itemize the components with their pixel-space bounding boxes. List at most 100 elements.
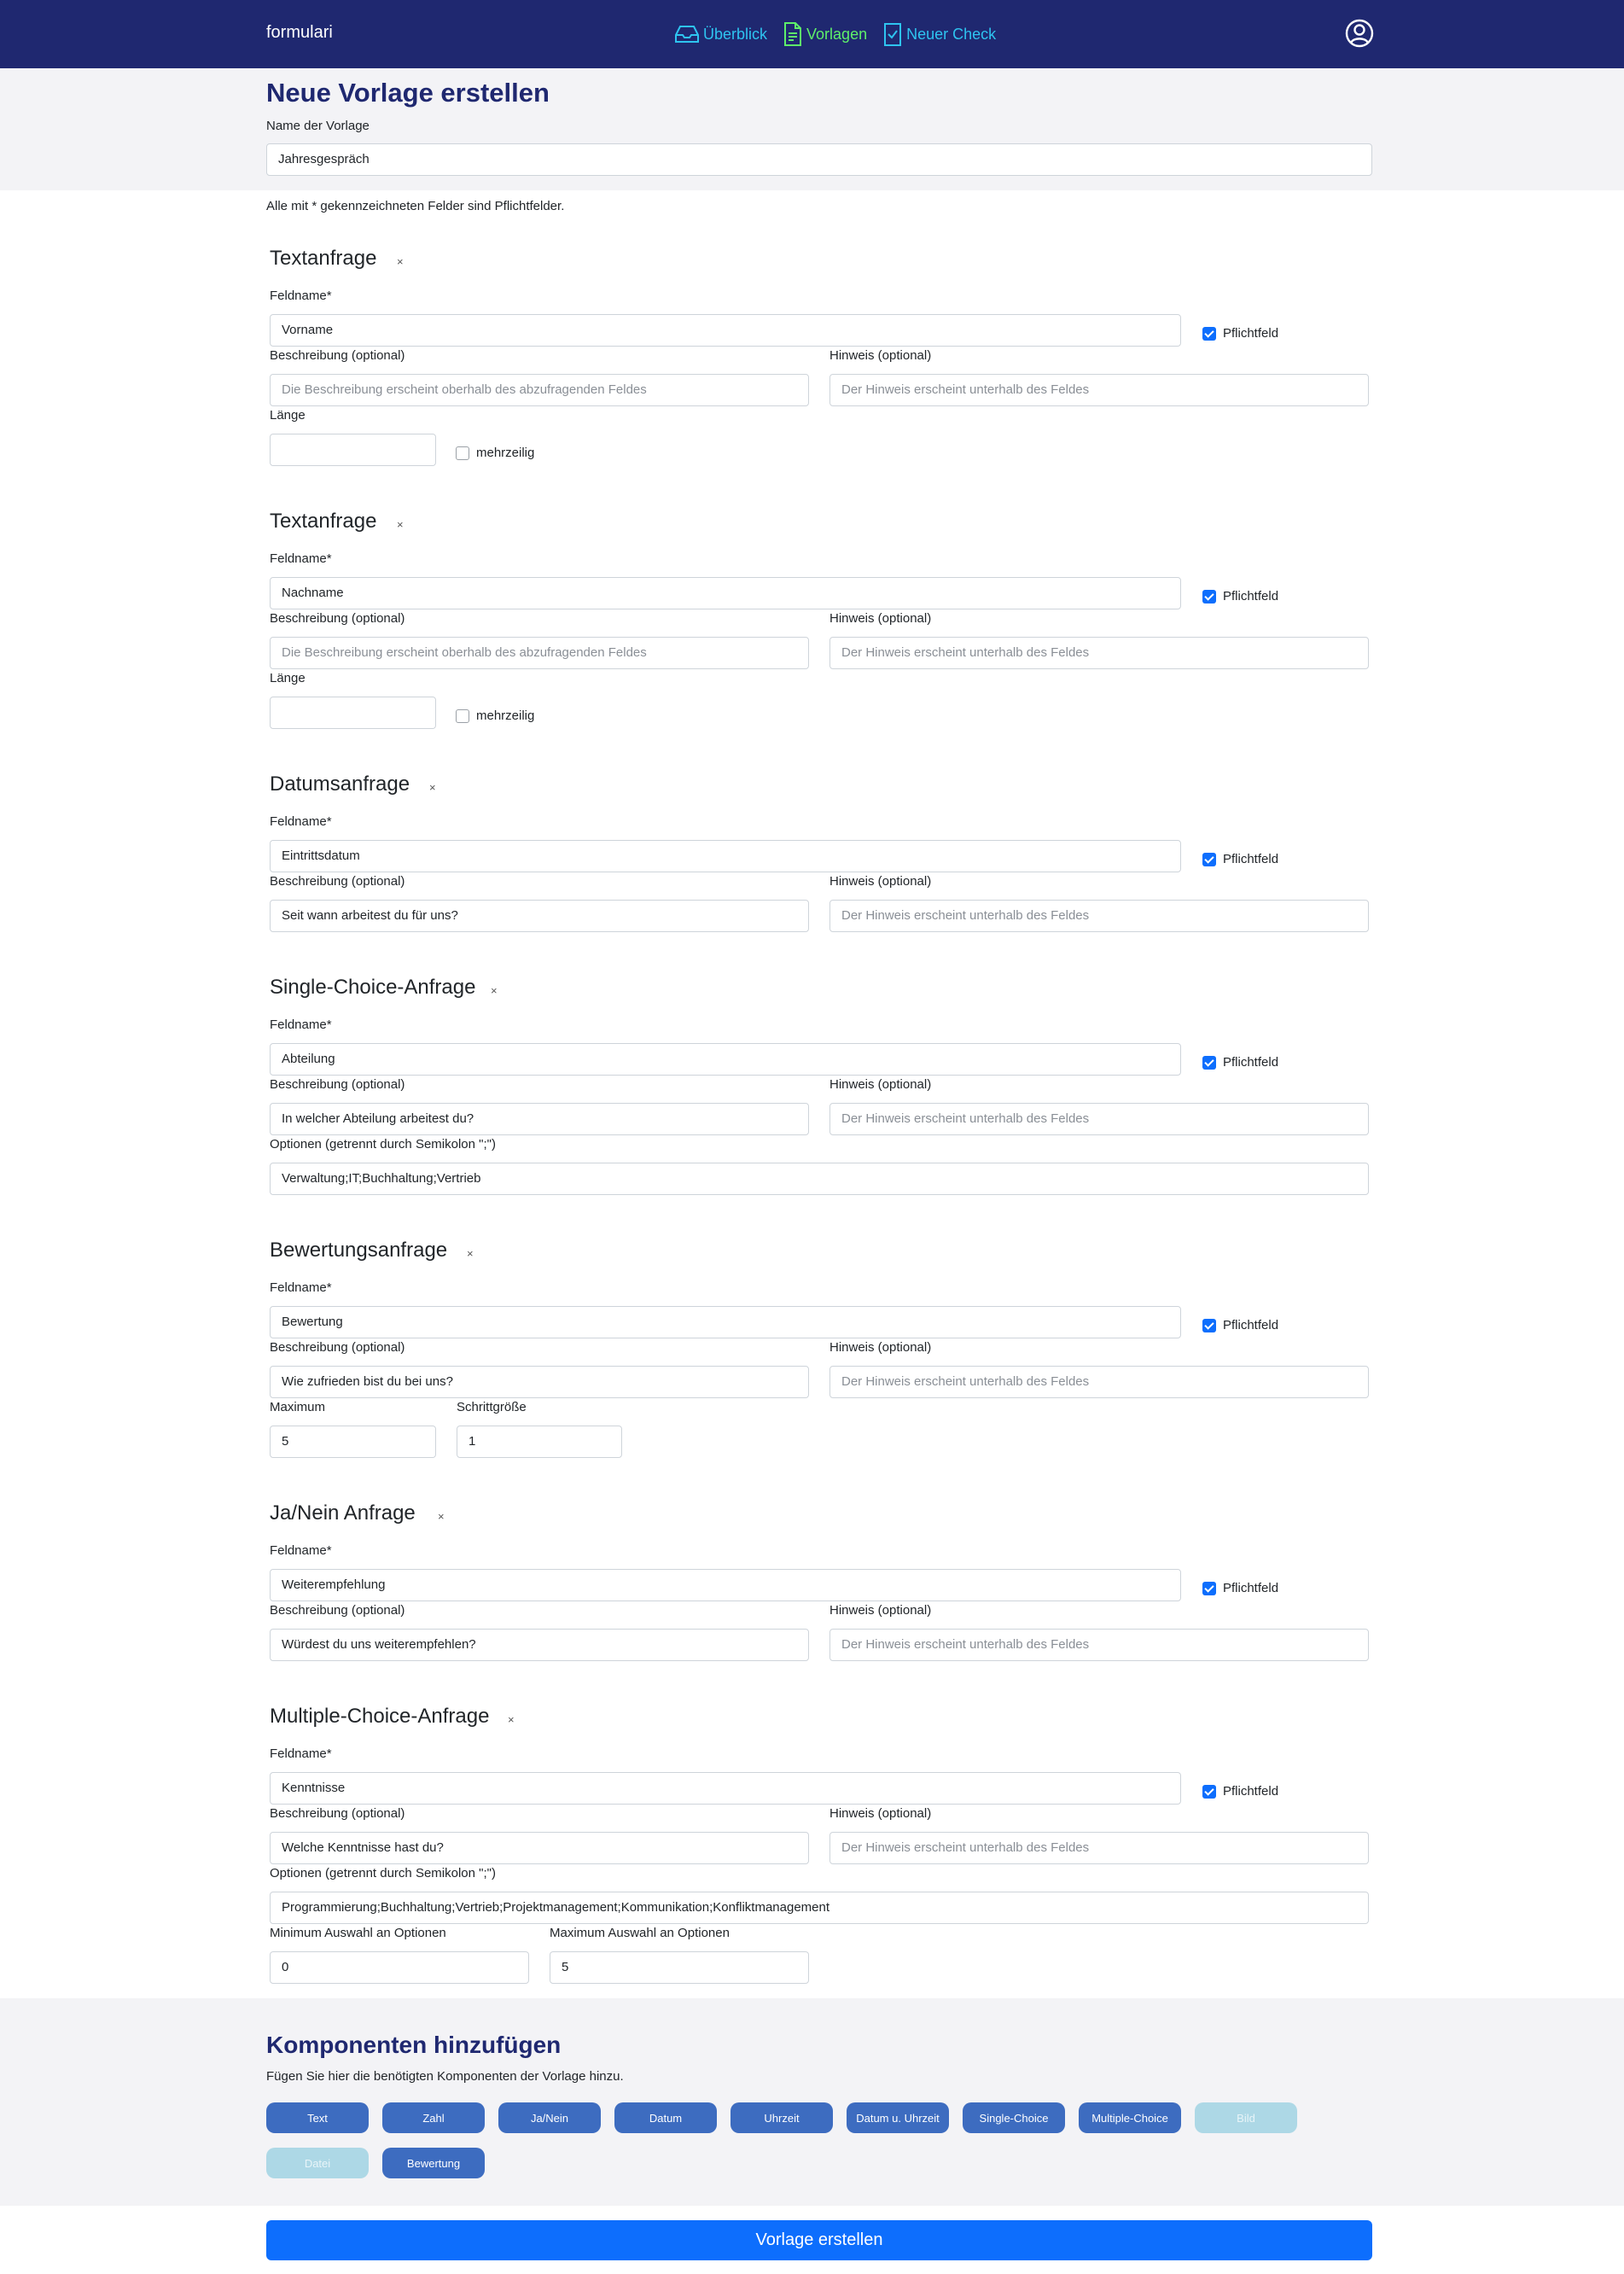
feldname-input[interactable]: Eintrittsdatum (270, 840, 1181, 872)
nav-link-label: Neuer Check (906, 25, 997, 43)
add-text-button[interactable]: Text (266, 2102, 369, 2133)
hinweis-label: Hinweis (optional) (829, 611, 932, 626)
hinweis-label: Hinweis (optional) (829, 348, 932, 363)
laenge-input[interactable] (270, 434, 436, 466)
mehrzeilig-checkbox[interactable] (456, 446, 469, 460)
hinweis-input[interactable]: Der Hinweis erscheint unterhalb des Feld… (829, 374, 1369, 406)
beschreibung-label: Beschreibung (optional) (270, 1077, 405, 1092)
pflichtfeld-checkbox[interactable] (1202, 590, 1216, 603)
feldname-label: Feldname* (270, 551, 332, 566)
feldname-input[interactable]: Nachname (270, 577, 1181, 609)
components-title: Komponenten hinzufügen (266, 2032, 562, 2058)
pflichtfeld-label: Pflichtfeld (1223, 1784, 1279, 1799)
beschreibung-label: Beschreibung (optional) (270, 1806, 405, 1821)
beschreibung-input[interactable]: Seit wann arbeitest du für uns? (270, 900, 809, 932)
remove-section-icon[interactable]: × (438, 1510, 445, 1523)
pflichtfeld-label: Pflichtfeld (1223, 589, 1279, 603)
clipboard-check-icon (884, 23, 902, 46)
hinweis-input[interactable]: Der Hinweis erscheint unterhalb des Feld… (829, 1103, 1369, 1135)
feldname-label: Feldname* (270, 1017, 332, 1032)
beschreibung-input[interactable]: In welcher Abteilung arbeitest du? (270, 1103, 809, 1135)
template-name-label: Name der Vorlage (266, 119, 370, 133)
add-datum-button[interactable]: Datum (614, 2102, 717, 2133)
hinweis-input[interactable]: Der Hinweis erscheint unterhalb des Feld… (829, 900, 1369, 932)
beschreibung-input[interactable]: Die Beschreibung erscheint oberhalb des … (270, 374, 809, 406)
pflichtfeld-checkbox[interactable] (1202, 1319, 1216, 1332)
min-auswahl-input[interactable]: 0 (270, 1951, 529, 1984)
remove-section-icon[interactable]: × (508, 1713, 515, 1726)
pflichtfeld-checkbox[interactable] (1202, 327, 1216, 341)
hinweis-input[interactable]: Der Hinweis erscheint unterhalb des Feld… (829, 1832, 1369, 1864)
template-name-input[interactable]: Jahresgespräch (266, 143, 1372, 176)
hinweis-input[interactable]: Der Hinweis erscheint unterhalb des Feld… (829, 637, 1369, 669)
nav-links: Überblick Vorlagen Neuer Check (674, 15, 1011, 53)
hinweis-label: Hinweis (optional) (829, 1077, 932, 1092)
pflichtfeld-label: Pflichtfeld (1223, 1318, 1279, 1332)
feldname-input[interactable]: Abteilung (270, 1043, 1181, 1076)
add-zahl-button[interactable]: Zahl (382, 2102, 485, 2133)
feldname-input[interactable]: Vorname (270, 314, 1181, 347)
beschreibung-input[interactable]: Die Beschreibung erscheint oberhalb des … (270, 637, 809, 669)
remove-section-icon[interactable]: × (397, 518, 404, 531)
max-auswahl-label: Maximum Auswahl an Optionen (550, 1926, 730, 1940)
user-avatar-icon[interactable] (1345, 19, 1374, 48)
section-title: Datumsanfrage (270, 773, 410, 796)
laenge-label: Länge (270, 408, 306, 423)
maximum-label: Maximum (270, 1400, 326, 1414)
add-multiple-choice-button[interactable]: Multiple-Choice (1079, 2102, 1181, 2133)
document-icon (784, 22, 802, 46)
add-bewertung-button[interactable]: Bewertung (382, 2148, 485, 2178)
nav-link-neuer-check[interactable]: Neuer Check (882, 21, 996, 47)
schrittgroesse-input[interactable]: 1 (457, 1426, 622, 1458)
add-uhrzeit-button[interactable]: Uhrzeit (731, 2102, 833, 2133)
components-subtitle: Fügen Sie hier die benötigten Komponente… (266, 2069, 624, 2084)
create-template-button[interactable]: Vorlage erstellen (266, 2220, 1372, 2260)
feldname-label: Feldname* (270, 1746, 332, 1761)
feldname-input[interactable]: Bewertung (270, 1306, 1181, 1338)
maximum-input[interactable]: 5 (270, 1426, 436, 1458)
pflichtfeld-checkbox[interactable] (1202, 1582, 1216, 1595)
hinweis-label: Hinweis (optional) (829, 1603, 932, 1618)
beschreibung-input[interactable]: Welche Kenntnisse hast du? (270, 1832, 809, 1864)
mehrzeilig-checkbox[interactable] (456, 709, 469, 723)
beschreibung-input[interactable]: Würdest du uns weiterempfehlen? (270, 1629, 809, 1661)
max-auswahl-input[interactable]: 5 (550, 1951, 809, 1984)
hinweis-input[interactable]: Der Hinweis erscheint unterhalb des Feld… (829, 1366, 1369, 1398)
nav-link-vorlagen[interactable]: Vorlagen (783, 21, 867, 47)
hinweis-label: Hinweis (optional) (829, 874, 932, 889)
pflichtfeld-checkbox[interactable] (1202, 1785, 1216, 1799)
pflichtfeld-label: Pflichtfeld (1223, 326, 1279, 341)
section-title: Multiple-Choice-Anfrage (270, 1705, 490, 1728)
brand[interactable]: formulari (266, 23, 333, 43)
pflichtfeld-checkbox[interactable] (1202, 853, 1216, 866)
remove-section-icon[interactable]: × (467, 1247, 474, 1260)
optionen-input[interactable]: Programmierung;Buchhaltung;Vertrieb;Proj… (270, 1892, 1369, 1924)
feldname-input[interactable]: Kenntnisse (270, 1772, 1181, 1805)
nav-link-label: Überblick (703, 25, 768, 43)
remove-section-icon[interactable]: × (429, 781, 436, 794)
section-title: Textanfrage (270, 510, 377, 533)
optionen-label: Optionen (getrennt durch Semikolon ";") (270, 1137, 496, 1152)
beschreibung-input[interactable]: Wie zufrieden bist du bei uns? (270, 1366, 809, 1398)
remove-section-icon[interactable]: × (397, 255, 404, 268)
schrittgroesse-label: Schrittgröße (457, 1400, 527, 1414)
add-bild-button[interactable]: Bild (1195, 2102, 1297, 2133)
add-single-choice-button[interactable]: Single-Choice (963, 2102, 1065, 2133)
mehrzeilig-label: mehrzeilig (476, 446, 535, 460)
add-datei-button[interactable]: Datei (266, 2148, 369, 2178)
feldname-label: Feldname* (270, 814, 332, 829)
feldname-label: Feldname* (270, 289, 332, 303)
pflichtfeld-checkbox[interactable] (1202, 1056, 1216, 1070)
feldname-input[interactable]: Weiterempfehlung (270, 1569, 1181, 1601)
remove-section-icon[interactable]: × (491, 984, 498, 997)
navbar: formulari Überblick Vorlagen Neuer Check (0, 0, 1624, 68)
section-title: Single-Choice-Anfrage (270, 976, 476, 999)
laenge-input[interactable] (270, 697, 436, 729)
optionen-input[interactable]: Verwaltung;IT;Buchhaltung;Vertrieb (270, 1163, 1369, 1195)
hinweis-label: Hinweis (optional) (829, 1806, 932, 1821)
add-janein-button[interactable]: Ja/Nein (498, 2102, 601, 2133)
feldname-label: Feldname* (270, 1280, 332, 1295)
hinweis-input[interactable]: Der Hinweis erscheint unterhalb des Feld… (829, 1629, 1369, 1661)
nav-link-ueberblick[interactable]: Überblick (674, 25, 767, 44)
add-datum-uhrzeit-button[interactable]: Datum u. Uhrzeit (847, 2102, 949, 2133)
